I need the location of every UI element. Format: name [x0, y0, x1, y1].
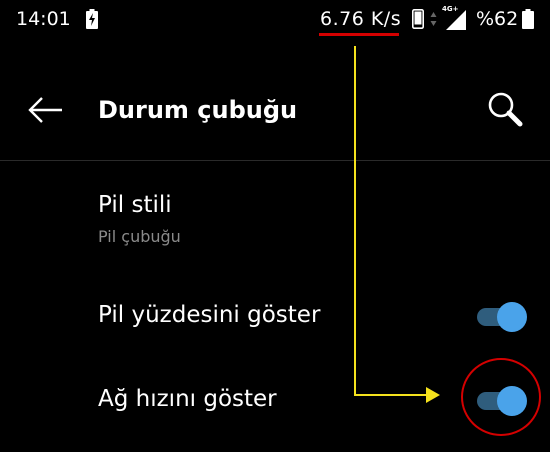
battery-style-row[interactable]: Pil stili Pil çubuğu [0, 180, 550, 260]
battery-icon [522, 9, 534, 29]
phone-icon [412, 9, 424, 29]
annotation-circle [461, 358, 541, 436]
show-network-speed-title: Ağ hızını göster [98, 386, 277, 412]
network-speed-highlight [319, 33, 399, 36]
network-speed-indicator: 6.76 K/s [320, 8, 402, 30]
status-time: 14:01 [16, 8, 71, 30]
network-type-label: 4G+ [442, 5, 459, 13]
toggle-thumb [497, 302, 527, 332]
toolbar-divider [0, 160, 550, 161]
battery-style-title: Pil stili [98, 192, 172, 218]
back-arrow-icon[interactable] [24, 90, 68, 130]
annotation-line-horizontal [354, 394, 430, 396]
annotation-arrowhead [426, 387, 440, 403]
charging-icon [86, 9, 98, 29]
battery-percent: %62 [476, 8, 519, 30]
show-battery-percent-title: Pil yüzdesini göster [98, 302, 321, 328]
battery-style-summary: Pil çubuğu [98, 227, 181, 246]
search-icon[interactable] [484, 88, 528, 132]
annotation-line-vertical [354, 46, 356, 396]
show-battery-percent-toggle[interactable] [475, 300, 527, 334]
data-arrows-icon [430, 12, 437, 26]
page-title: Durum çubuğu [98, 96, 298, 124]
show-battery-percent-row[interactable]: Pil yüzdesini göster [0, 290, 550, 350]
toolbar: Durum çubuğu [0, 60, 550, 160]
status-bar: 14:01 6.76 K/s 4G+ %62 [0, 0, 550, 40]
